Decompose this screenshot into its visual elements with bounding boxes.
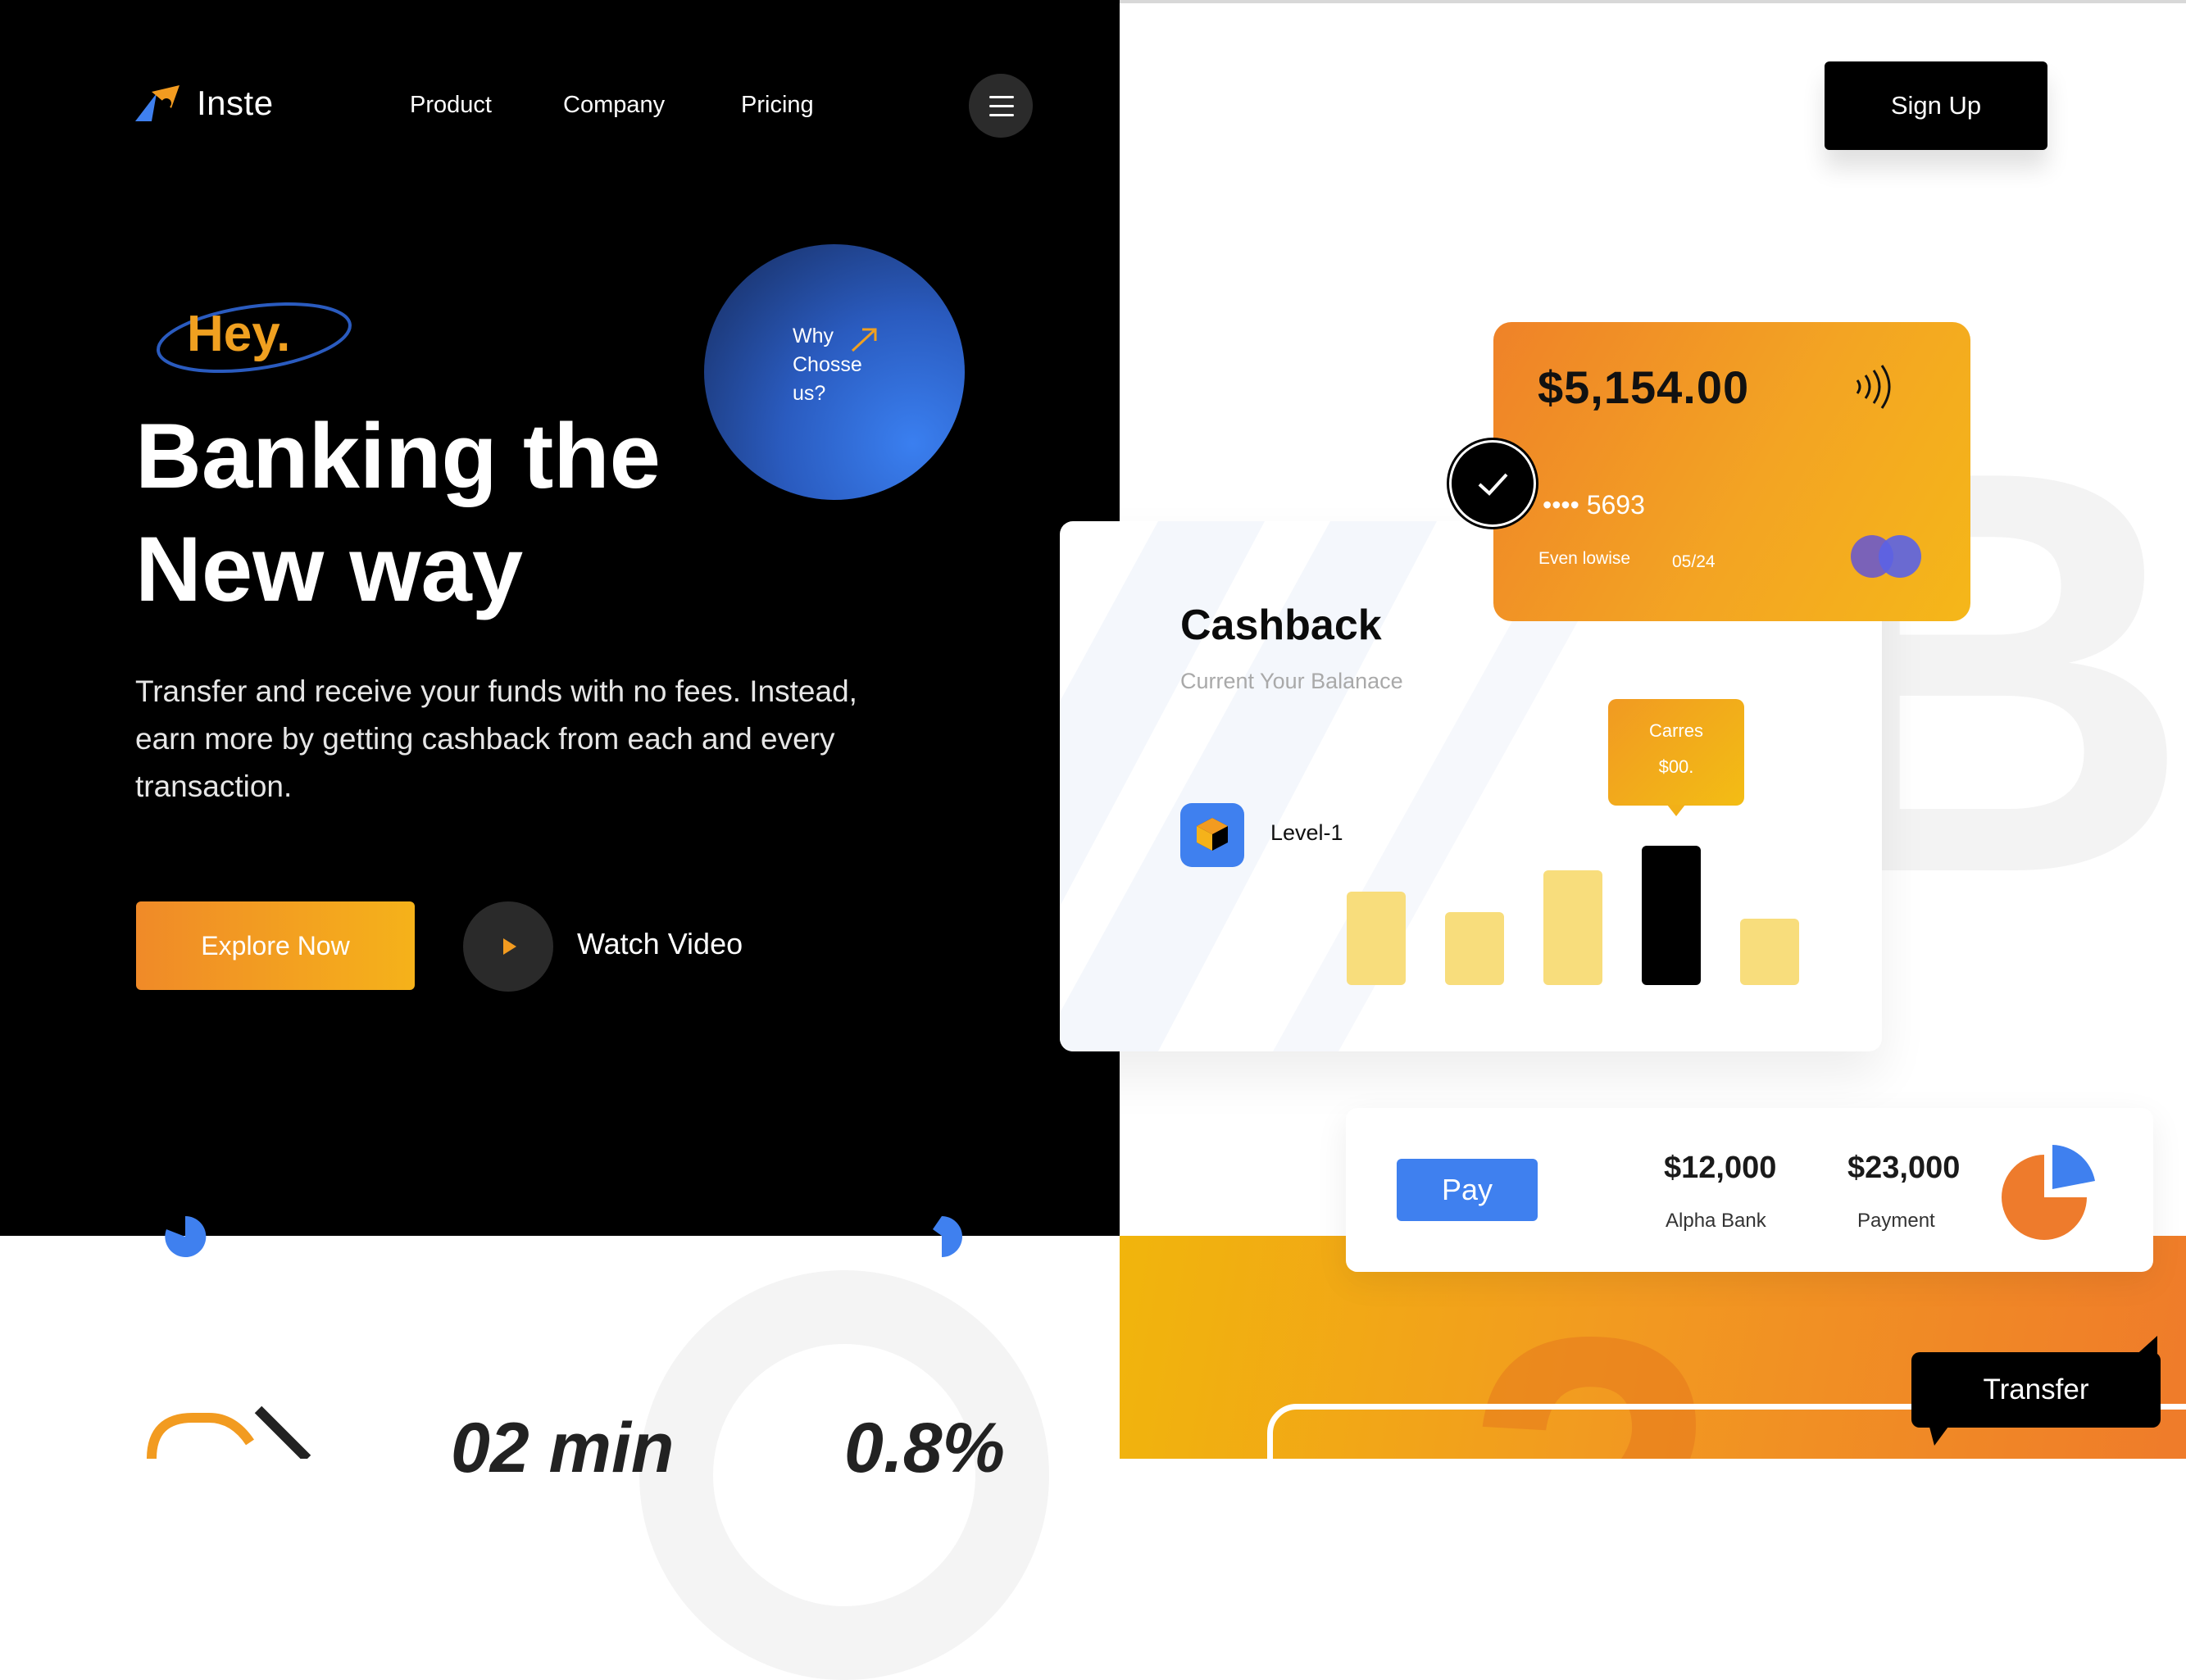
watch-video-link[interactable]: Watch Video xyxy=(577,927,743,961)
top-divider xyxy=(1120,0,2186,3)
signup-button[interactable]: Sign Up xyxy=(1825,61,2047,150)
cashback-subtitle: Current Your Balanace xyxy=(1180,669,1403,693)
half-circle-deco-icon xyxy=(916,1211,967,1262)
play-icon xyxy=(503,938,516,955)
pie-chart-icon xyxy=(2000,1143,2098,1242)
tooltip-line1: Carres xyxy=(1648,720,1703,741)
transfer-button[interactable]: Transfer xyxy=(1911,1352,2161,1428)
why-line2: Chosse xyxy=(793,353,862,376)
alpha-bank-amount: $12,000 xyxy=(1664,1151,1777,1185)
logo-icon[interactable] xyxy=(135,85,183,125)
bottom-link-icon xyxy=(143,1401,324,1463)
tooltip-line2: $00. xyxy=(1658,756,1694,777)
nav-company[interactable]: Company xyxy=(563,92,665,119)
card-holder: Even lowise xyxy=(1538,549,1631,568)
payment-amount: $23,000 xyxy=(1847,1151,1961,1185)
cashback-title: Cashback xyxy=(1180,602,1382,649)
logo-text[interactable]: Inste xyxy=(197,84,274,123)
payment-label: Payment xyxy=(1857,1210,1935,1232)
chart-bar xyxy=(1347,892,1406,985)
chart-bar xyxy=(1642,846,1701,985)
nav-pricing[interactable]: Pricing xyxy=(741,92,814,119)
pay-button[interactable]: Pay xyxy=(1397,1159,1538,1221)
level-icon xyxy=(1180,803,1244,867)
tooltip-pointer xyxy=(1667,805,1685,816)
hero-title-line2: New way xyxy=(135,518,524,620)
hamburger-icon[interactable] xyxy=(969,74,1033,138)
stat-time: 02 min xyxy=(451,1409,675,1487)
play-button[interactable] xyxy=(463,901,553,992)
chart-bar xyxy=(1543,870,1602,985)
hero-greeting: Hey. xyxy=(187,306,291,362)
why-choose-us-text[interactable]: Why Chosse us? xyxy=(793,322,899,408)
stat-percent: 0.8% xyxy=(844,1409,1006,1487)
card-expiry: 05/24 xyxy=(1672,552,1716,571)
chart-tooltip: Carres $00. xyxy=(1608,699,1744,806)
pie-deco-icon xyxy=(160,1211,211,1262)
card-balance: $5,154.00 xyxy=(1538,361,1750,413)
nav-product[interactable]: Product xyxy=(410,92,492,119)
cashback-bar-chart xyxy=(1344,836,1811,985)
chart-bar xyxy=(1740,919,1799,985)
mastercard-icon xyxy=(1849,534,1925,579)
why-line3: us? xyxy=(793,382,826,405)
check-icon xyxy=(1449,440,1536,527)
card-number: •••• 5693 xyxy=(1543,490,1645,520)
arrow-up-right-icon xyxy=(849,326,880,354)
hero-description: Transfer and receive your funds with no … xyxy=(135,674,857,803)
level-label: Level-1 xyxy=(1270,820,1343,845)
alpha-bank-label: Alpha Bank xyxy=(1666,1210,1766,1232)
chart-bar xyxy=(1445,912,1504,985)
contactless-icon xyxy=(1851,361,1895,413)
explore-now-button[interactable]: Explore Now xyxy=(136,901,415,990)
why-line1: Why xyxy=(793,325,834,347)
